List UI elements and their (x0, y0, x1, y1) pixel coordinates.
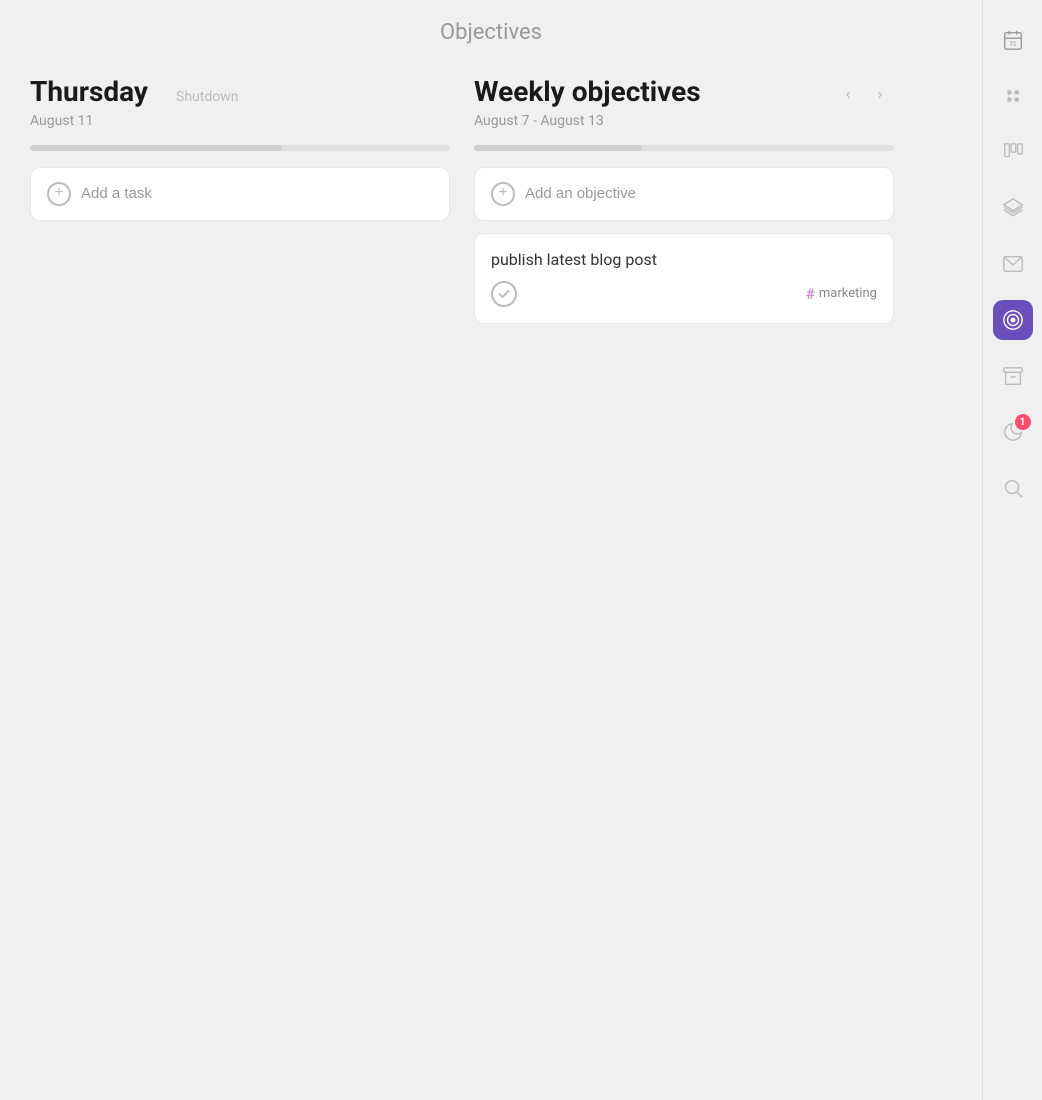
daily-progress-fill (30, 145, 282, 151)
columns-container: Thursday Shutdown August 11 Add a task W… (30, 75, 952, 324)
prev-week-button[interactable]: ‹ (834, 79, 862, 107)
main-content: Objectives Thursday Shutdown August 11 A… (0, 0, 982, 1100)
sidebar-item-board[interactable] (993, 132, 1033, 172)
sidebar-item-search[interactable] (993, 468, 1033, 508)
add-objective-button[interactable]: Add an objective (474, 167, 894, 221)
weekly-column: Weekly objectives August 7 - August 13 ‹… (474, 75, 894, 324)
objective-tag: # marketing (806, 285, 877, 303)
sidebar-item-dashboard[interactable] (993, 76, 1033, 116)
next-week-button[interactable]: › (866, 79, 894, 107)
add-objective-icon (491, 182, 515, 206)
weekly-progress-fill (474, 145, 642, 151)
page-title: Objectives (440, 20, 542, 45)
objective-footer: # marketing (491, 281, 877, 307)
add-task-icon (47, 182, 71, 206)
add-task-label: Add a task (81, 185, 152, 202)
svg-text:31: 31 (1009, 41, 1017, 48)
objective-title: publish latest blog post (491, 250, 877, 269)
shutdown-badge: Shutdown (176, 89, 238, 105)
daily-column: Thursday Shutdown August 11 Add a task (30, 75, 450, 324)
weekly-date-range: August 7 - August 13 (474, 113, 701, 129)
add-task-button[interactable]: Add a task (30, 167, 450, 221)
daily-title-group: Thursday Shutdown August 11 (30, 75, 238, 141)
page-title-container: Objectives (30, 20, 952, 45)
tag-hash-icon: # (806, 285, 815, 303)
weekly-title: Weekly objectives (474, 75, 701, 108)
daily-progress-bar (30, 145, 450, 151)
daily-header: Thursday Shutdown August 11 (30, 75, 450, 141)
complete-checkbox[interactable] (491, 281, 517, 307)
sidebar-item-mail[interactable] (993, 244, 1033, 284)
add-objective-label: Add an objective (525, 185, 636, 202)
sidebar: 31 (982, 0, 1042, 1100)
weekly-header: Weekly objectives August 7 - August 13 ‹… (474, 75, 894, 141)
sidebar-item-layers[interactable] (993, 188, 1033, 228)
sidebar-item-calendar[interactable]: 31 (993, 20, 1033, 60)
nav-arrows: ‹ › (834, 79, 894, 107)
day-date: August 11 (30, 113, 238, 129)
sleep-badge: 1 (1015, 414, 1031, 430)
tag-label: marketing (819, 286, 877, 301)
weekly-progress-bar (474, 145, 894, 151)
sidebar-item-archive[interactable] (993, 356, 1033, 396)
day-title: Thursday (30, 75, 148, 109)
objective-card: publish latest blog post # marketing (474, 233, 894, 324)
weekly-title-group: Weekly objectives August 7 - August 13 (474, 75, 701, 141)
sidebar-item-sleep[interactable]: + 1 (993, 412, 1033, 452)
sidebar-item-objectives[interactable] (993, 300, 1033, 340)
